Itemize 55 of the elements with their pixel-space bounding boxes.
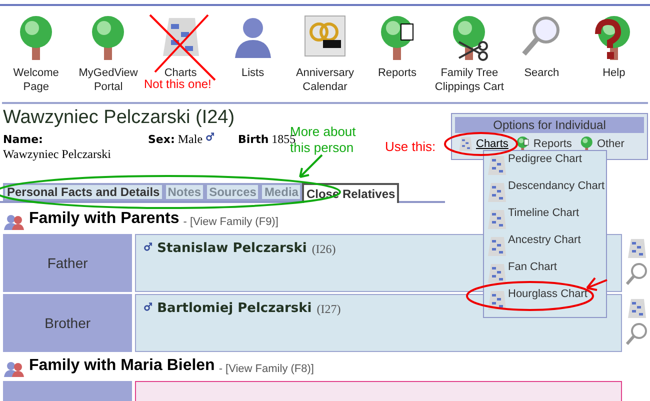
- nav-link[interactable]: Help: [602, 66, 626, 80]
- nav-link[interactable]: Family Tree Clippings Cart: [433, 66, 506, 94]
- arrow: [586, 277, 608, 291]
- nav-link[interactable]: Reports: [376, 66, 418, 80]
- family-heading: Family with Parents: [29, 209, 180, 229]
- person-link[interactable]: Stanislaw Pelczarski: [157, 239, 307, 258]
- field-value: Wawzyniec Pelczarski: [3, 147, 112, 162]
- field-label: Birth: [238, 132, 269, 148]
- male-icon: [144, 242, 152, 251]
- nav-link[interactable]: Lists: [240, 66, 266, 80]
- annotation-text: Use this:: [385, 138, 436, 156]
- nav-link[interactable]: Anniversary Calendar: [288, 66, 362, 94]
- chart-icon: [485, 153, 507, 175]
- view-family-link[interactable]: - [View Family (F8)]: [218, 360, 314, 377]
- field-label: Sex:: [148, 132, 175, 147]
- family-icon: [4, 360, 25, 378]
- family-heading: Family with Maria Bielen: [29, 356, 215, 376]
- annotation-text: Not this one!: [144, 77, 212, 91]
- menu-item[interactable]: Pedigree Chart: [484, 153, 606, 180]
- role-label: Father: [3, 234, 132, 292]
- menu-item[interactable]: Fan Chart: [484, 261, 606, 288]
- nav-link[interactable]: Search: [523, 66, 560, 80]
- arrow: [299, 154, 323, 178]
- chart-icon: [485, 180, 507, 202]
- nav-link[interactable]: MyGedView Portal: [72, 66, 144, 94]
- person-title: Wawzyniec Pelczarski (I24): [3, 107, 235, 129]
- options-title: Options for Individual: [455, 117, 644, 133]
- search-icon: [625, 262, 647, 286]
- chart-icon: [457, 135, 475, 153]
- field-label: Name:: [3, 132, 44, 147]
- role-label: Brother: [3, 294, 132, 352]
- male-icon: [206, 132, 214, 141]
- field-value: Male: [178, 132, 203, 147]
- chart-icon: [485, 261, 507, 283]
- chart-icon: [485, 288, 507, 310]
- cross-mark: [149, 14, 216, 81]
- option-link[interactable]: Charts: [457, 135, 508, 153]
- chart-icon: [625, 236, 647, 258]
- male-icon: [144, 302, 152, 311]
- menu-item[interactable]: Ancestry Chart: [484, 234, 606, 261]
- chart-icon: [485, 234, 507, 256]
- tab[interactable]: Personal Facts and Details: [3, 183, 164, 201]
- chart-icon: [485, 207, 507, 229]
- search-icon: [625, 322, 647, 346]
- view-family-link[interactable]: - [View Family (F9)]: [183, 214, 278, 230]
- menu-item[interactable]: Hourglass Chart: [484, 288, 606, 315]
- chart-icon: [625, 296, 647, 318]
- menu-item[interactable]: Descendancy Chart: [484, 180, 606, 207]
- menu-item[interactable]: Timeline Chart: [484, 207, 606, 234]
- person-id: (I27): [316, 301, 341, 318]
- person-link[interactable]: Bartlomiej Pelczarski: [157, 299, 312, 318]
- nav-link[interactable]: Welcome Page: [0, 66, 72, 94]
- nav-link[interactable]: Charts: [163, 66, 198, 80]
- family-icon: [4, 213, 25, 231]
- person-id: (I26): [312, 241, 336, 258]
